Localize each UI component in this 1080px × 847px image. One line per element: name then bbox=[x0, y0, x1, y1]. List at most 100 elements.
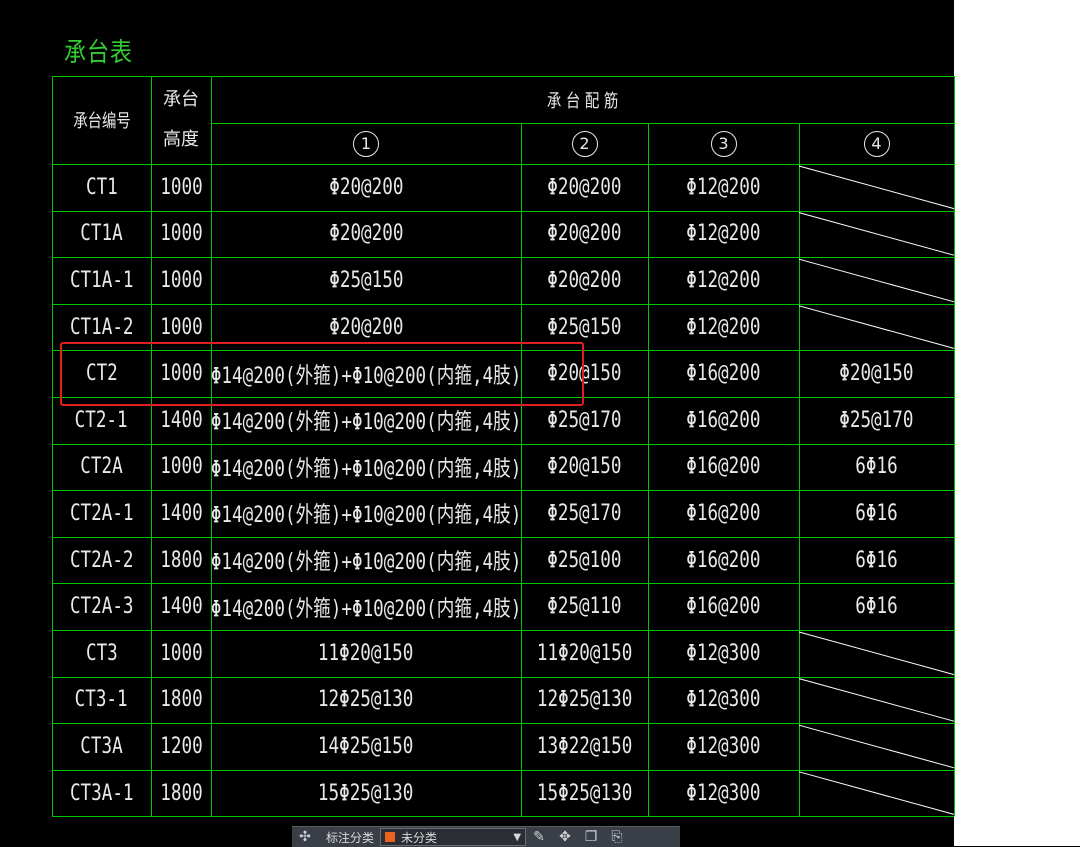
annotation-category-select[interactable]: 未分类 ▼ bbox=[380, 828, 527, 846]
row-rebar-4-text: 6Φ16 bbox=[855, 454, 898, 480]
header-height: 承台 高度 bbox=[151, 76, 211, 164]
row-rebar-1: Φ20@200 bbox=[211, 164, 521, 211]
row-id: CT2A-1 bbox=[52, 490, 151, 537]
row-rebar-1-text: Φ25@150 bbox=[328, 267, 404, 293]
row-rebar-3: Φ12@200 bbox=[648, 211, 799, 258]
row-rebar-1-text: Φ14@200(外箍)+Φ10@200(内箍,4肢) bbox=[210, 503, 522, 529]
row-rebar-4: 6Φ16 bbox=[799, 583, 954, 630]
empty-cell-diagonal bbox=[798, 212, 955, 256]
row-rebar-2-text: Φ25@110 bbox=[547, 594, 622, 620]
header-col-4: 4 bbox=[799, 123, 954, 164]
row-height-text: 1000 bbox=[159, 640, 203, 666]
row-rebar-3: Φ16@200 bbox=[648, 490, 799, 537]
table-title: 承台表 bbox=[64, 38, 133, 68]
row-rebar-1-text: Φ14@200(外箍)+Φ10@200(内箍,4肢) bbox=[210, 456, 522, 482]
row-id: CT2A bbox=[52, 444, 151, 491]
copy-icon[interactable]: ❐ bbox=[581, 827, 601, 847]
side-panel bbox=[954, 0, 1080, 846]
row-rebar-3: Φ16@200 bbox=[648, 583, 799, 630]
row-id-text: CT3A bbox=[80, 733, 123, 759]
empty-cell-diagonal bbox=[798, 165, 955, 210]
row-rebar-2-text: Φ20@150 bbox=[547, 454, 622, 480]
row-rebar-1-text: 12Φ25@130 bbox=[318, 687, 414, 713]
row-height: 1800 bbox=[151, 770, 211, 817]
row-rebar-4-text: 6Φ16 bbox=[855, 547, 898, 573]
row-height: 1000 bbox=[151, 630, 211, 677]
row-rebar-3-text: Φ12@200 bbox=[686, 267, 761, 293]
row-rebar-2-text: 13Φ22@150 bbox=[536, 733, 633, 759]
header-col-3-marker: 3 bbox=[710, 130, 737, 157]
row-rebar-3-text: Φ12@300 bbox=[686, 733, 761, 759]
row-height-text: 1800 bbox=[159, 687, 203, 713]
category-select-value: 未分类 bbox=[401, 830, 438, 845]
row-rebar-1: 15Φ25@130 bbox=[211, 770, 521, 817]
row-rebar-3-text: Φ12@300 bbox=[686, 640, 761, 666]
row-id-text: CT3-1 bbox=[74, 687, 128, 713]
empty-cell-diagonal bbox=[798, 678, 955, 722]
row-id: CT3A bbox=[52, 723, 151, 770]
row-rebar-3-text: Φ16@200 bbox=[686, 547, 761, 573]
row-rebar-3: Φ12@200 bbox=[648, 304, 799, 351]
row-rebar-4-text: 6Φ16 bbox=[855, 594, 898, 620]
row-rebar-4-text: Φ20@150 bbox=[839, 361, 914, 387]
row-rebar-3-text: Φ12@300 bbox=[686, 687, 761, 713]
row-rebar-2: Φ25@100 bbox=[521, 537, 648, 584]
row-height: 1800 bbox=[151, 677, 211, 724]
row-rebar-1: Φ25@150 bbox=[211, 257, 521, 304]
header-height-bottom: 高度 bbox=[163, 129, 199, 150]
header-height-top: 承台 bbox=[163, 89, 199, 110]
row-rebar-2-text: 12Φ25@130 bbox=[536, 687, 633, 713]
row-height: 1000 bbox=[151, 164, 211, 211]
row-rebar-2-text: 15Φ25@130 bbox=[536, 780, 633, 806]
row-id: CT3-1 bbox=[52, 677, 151, 724]
row-rebar-2: Φ20@200 bbox=[521, 257, 648, 304]
row-id: CT1A-1 bbox=[52, 257, 151, 304]
row-rebar-2-text: Φ25@150 bbox=[547, 314, 622, 340]
row-rebar-1-text: 15Φ25@130 bbox=[318, 780, 414, 806]
row-id: CT2A-3 bbox=[52, 583, 151, 630]
row-rebar-1-text: Φ20@200 bbox=[328, 221, 404, 247]
annotation-category-label: 标注分类 bbox=[326, 830, 375, 845]
row-rebar-3-text: Φ16@200 bbox=[686, 500, 761, 526]
row-rebar-2-text: Φ20@200 bbox=[547, 267, 622, 293]
row-rebar-4: 6Φ16 bbox=[799, 537, 954, 584]
row-rebar-1: Φ20@200 bbox=[211, 211, 521, 258]
row-rebar-4-text: 6Φ16 bbox=[855, 500, 898, 526]
row-rebar-3: Φ16@200 bbox=[648, 350, 799, 397]
row-rebar-4-text: Φ25@170 bbox=[839, 407, 914, 433]
row-height-text: 1200 bbox=[159, 733, 203, 759]
edit-icon[interactable]: ✎ bbox=[529, 827, 549, 847]
row-id-text: CT1A-2 bbox=[69, 314, 134, 340]
row-rebar-4: Φ25@170 bbox=[799, 397, 954, 444]
row-rebar-1: Φ14@200(外箍)+Φ10@200(内箍,4肢) bbox=[210, 537, 522, 584]
row-rebar-3: Φ12@300 bbox=[648, 677, 799, 724]
row-id-text: CT2A-2 bbox=[69, 547, 134, 573]
row-id-text: CT3A-1 bbox=[69, 780, 134, 806]
group-icon[interactable]: ✣ bbox=[295, 827, 315, 847]
paste-icon[interactable]: ⎘ bbox=[607, 827, 627, 847]
grid-line bbox=[52, 816, 954, 818]
category-color-swatch bbox=[385, 832, 396, 842]
row-rebar-1: 11Φ20@150 bbox=[211, 630, 521, 677]
move-icon[interactable]: ✥ bbox=[555, 827, 575, 847]
row-height-text: 1800 bbox=[159, 780, 203, 806]
row-height-text: 1000 bbox=[159, 221, 203, 247]
row-rebar-3-text: Φ16@200 bbox=[686, 594, 761, 620]
row-rebar-2: 12Φ25@130 bbox=[521, 677, 648, 724]
row-height-text: 1400 bbox=[159, 594, 203, 620]
row-rebar-3: Φ12@300 bbox=[648, 723, 799, 770]
row-rebar-1-text: Φ14@200(外箍)+Φ10@200(内箍,4肢) bbox=[210, 550, 522, 576]
row-rebar-2-text: 11Φ20@150 bbox=[536, 640, 633, 666]
header-col-1-marker: 1 bbox=[353, 130, 379, 157]
row-rebar-1: 14Φ25@150 bbox=[211, 723, 521, 770]
row-height: 1200 bbox=[151, 723, 211, 770]
row-rebar-1-text: Φ20@200 bbox=[328, 174, 404, 200]
row-rebar-3-text: Φ12@200 bbox=[686, 221, 761, 247]
empty-cell-diagonal bbox=[798, 771, 955, 815]
row-rebar-2: 13Φ22@150 bbox=[521, 723, 648, 770]
empty-cell-diagonal bbox=[798, 724, 955, 769]
row-rebar-2: Φ20@150 bbox=[521, 444, 648, 491]
row-id-text: CT1A-1 bbox=[69, 267, 134, 293]
row-rebar-3-text: Φ16@200 bbox=[686, 407, 761, 433]
row-id-text: CT2A-3 bbox=[69, 594, 134, 620]
